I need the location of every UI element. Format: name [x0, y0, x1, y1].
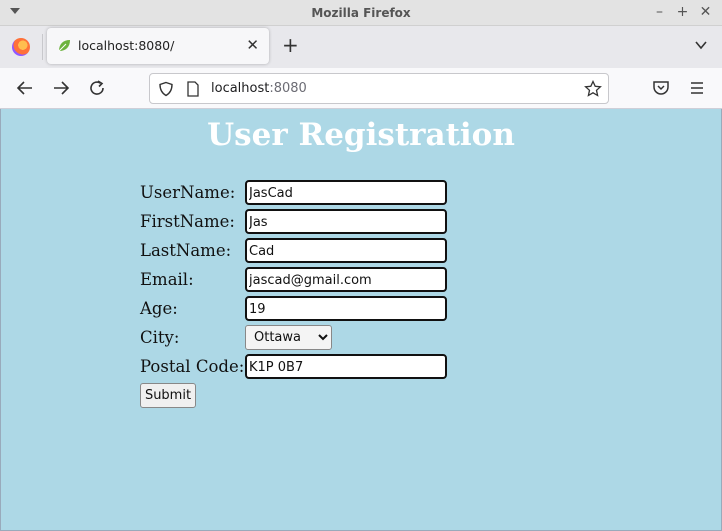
page-title: User Registration: [207, 117, 515, 153]
postal-code-input[interactable]: [245, 354, 447, 379]
postal-code-label: Postal Code:: [140, 357, 245, 376]
username-input[interactable]: [245, 180, 447, 205]
window-controls: – + ✕: [653, 4, 712, 20]
close-window-icon[interactable]: ✕: [699, 4, 712, 20]
forward-arrow-icon[interactable]: [52, 79, 70, 97]
window-title: Mozilla Firefox: [311, 6, 411, 20]
email-label: Email:: [140, 270, 194, 289]
tab-close-icon[interactable]: ✕: [246, 36, 259, 54]
bookmark-star-icon[interactable]: [584, 80, 602, 98]
firefox-logo-icon[interactable]: [12, 38, 30, 56]
city-select[interactable]: Ottawa: [245, 325, 332, 350]
address-bar[interactable]: localhost:8080: [149, 73, 609, 104]
firstname-input[interactable]: [245, 209, 447, 234]
chevron-down-icon[interactable]: [694, 38, 708, 52]
url-host: localhost: [211, 81, 270, 96]
page-info-icon[interactable]: [186, 81, 200, 97]
new-tab-icon[interactable]: +: [282, 35, 299, 55]
shield-icon[interactable]: [158, 81, 174, 97]
url-text: localhost:8080: [211, 81, 307, 96]
age-label: Age:: [140, 299, 178, 318]
submit-button[interactable]: Submit: [140, 383, 196, 408]
age-input[interactable]: [245, 296, 447, 321]
spring-leaf-icon: [58, 40, 70, 52]
username-label: UserName:: [140, 183, 236, 202]
window-titlebar: Mozilla Firefox – + ✕: [0, 0, 722, 26]
maximize-icon[interactable]: +: [676, 4, 689, 20]
tab-separator: [42, 34, 43, 60]
hamburger-menu-icon[interactable]: [688, 79, 706, 97]
minimize-icon[interactable]: –: [653, 4, 666, 20]
pocket-icon[interactable]: [652, 79, 670, 97]
tab-strip: localhost:8080/ ✕ +: [0, 26, 722, 68]
reload-icon[interactable]: [88, 79, 106, 97]
city-label: City:: [140, 328, 180, 347]
url-port: :8080: [269, 81, 307, 96]
tab-localhost[interactable]: localhost:8080/ ✕: [47, 28, 269, 64]
lastname-input[interactable]: [245, 238, 447, 263]
page-content: User Registration UserName: FirstName: L…: [0, 109, 722, 531]
navigation-toolbar: localhost:8080: [0, 68, 722, 109]
lastname-label: LastName:: [140, 241, 232, 260]
tab-label: localhost:8080/: [78, 38, 175, 53]
email-input[interactable]: [245, 267, 447, 292]
firstname-label: FirstName:: [140, 212, 235, 231]
back-arrow-icon[interactable]: [16, 79, 34, 97]
